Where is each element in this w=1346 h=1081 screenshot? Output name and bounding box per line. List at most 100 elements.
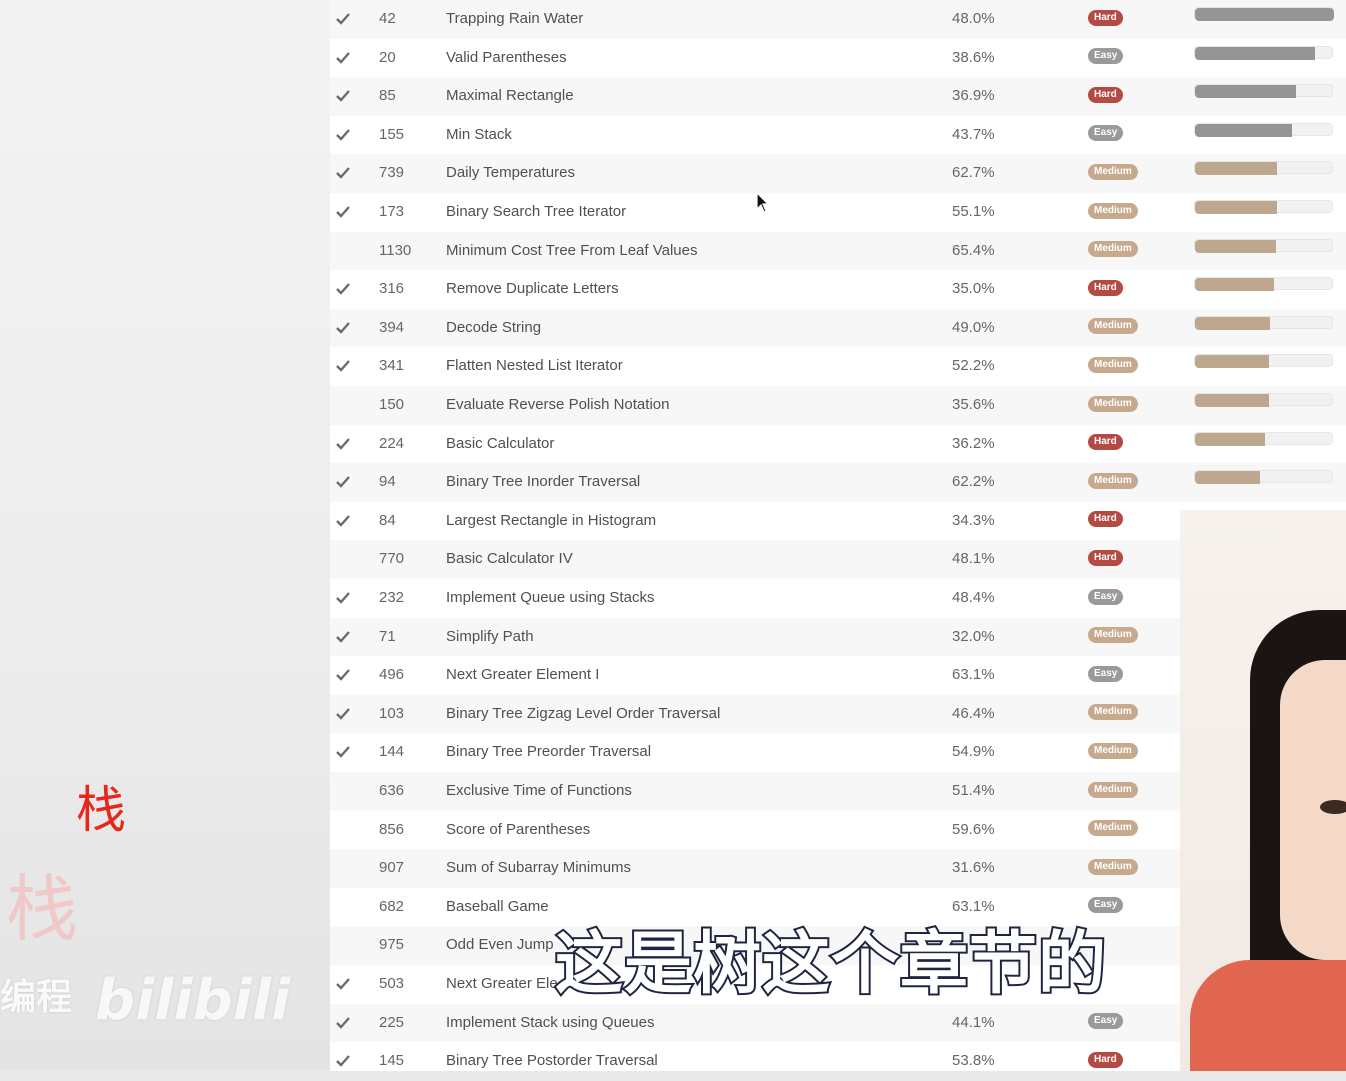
table-row[interactable]: 94 Binary Tree Inorder Traversal 62.2% Medi…	[330, 463, 1346, 502]
difficulty-badge: Medium	[1088, 395, 1138, 412]
solved-check-icon	[336, 1042, 356, 1081]
difficulty-cell: Hard	[1088, 77, 1123, 116]
acceptance-rate: 32.0%	[952, 627, 995, 645]
acceptance-rate: 53.8%	[952, 1052, 995, 1070]
table-row[interactable]: 394 Decode String 49.0% Medium	[330, 308, 1346, 348]
difficulty-badge: Easy	[1088, 125, 1124, 142]
presenter-shirt	[1190, 960, 1346, 1071]
problem-title-link[interactable]: Binary Tree Inorder Traversal	[446, 463, 640, 502]
table-row[interactable]: 224 Basic Calculator 36.2% Hard	[330, 425, 1346, 464]
problem-title-link[interactable]: Odd Even Jump	[446, 926, 554, 965]
table-row[interactable]: 1130 Minimum Cost Tree From Leaf Values 65…	[330, 231, 1346, 271]
difficulty-badge: Medium	[1088, 858, 1138, 875]
problem-number: 739	[379, 164, 405, 182]
problem-number: 85	[379, 87, 396, 105]
solved-check-icon	[336, 347, 356, 386]
frequency-bar-fill	[1195, 8, 1334, 21]
problem-title-link[interactable]: Minimum Cost Tree From Leaf Values	[446, 232, 697, 271]
problem-title-link[interactable]: Next Greater Element I	[446, 656, 599, 695]
presenter-eye	[1320, 800, 1346, 814]
solved-check-icon	[336, 39, 356, 78]
table-row[interactable]: 42 Trapping Rain Water 48.0% Hard	[330, 0, 1346, 39]
difficulty-badge: Easy	[1088, 48, 1124, 65]
problem-title-link[interactable]: Decode String	[446, 309, 541, 348]
problem-number: 316	[379, 280, 405, 298]
frequency-bar-track	[1194, 200, 1333, 214]
frequency-bar-fill	[1195, 239, 1276, 253]
problem-title-link[interactable]: Daily Temperatures	[446, 154, 575, 193]
table-row[interactable]: 341 Flatten Nested List Iterator 52.2% Medi…	[330, 347, 1346, 386]
problem-title-link[interactable]: Evaluate Reverse Polish Notation	[446, 386, 669, 425]
problem-number: 225	[379, 1013, 405, 1031]
difficulty-badge: Easy	[1088, 665, 1124, 682]
difficulty-badge: Hard	[1088, 9, 1123, 26]
table-row[interactable]: 20 Valid Parentheses 38.6% Easy	[330, 39, 1346, 78]
problem-title-link[interactable]: Implement Queue using Stacks	[446, 579, 654, 618]
difficulty-badge: Hard	[1088, 434, 1123, 451]
solved-check-icon	[336, 811, 356, 850]
difficulty-cell: Easy	[1088, 888, 1124, 927]
problem-title-link[interactable]: Baseball Game	[446, 888, 549, 927]
table-row[interactable]: 155 Min Stack 43.7% Easy	[330, 116, 1346, 155]
problem-title-link[interactable]: Maximal Rectangle	[446, 77, 574, 116]
solved-check-icon	[336, 540, 356, 579]
problem-number: 636	[379, 782, 405, 799]
problem-title-link[interactable]: Flatten Nested List Iterator	[446, 347, 623, 386]
difficulty-cell: Easy	[1088, 656, 1124, 695]
problem-title-link[interactable]: Exclusive Time of Functions	[446, 772, 632, 811]
problem-title-link[interactable]: Largest Rectangle in Histogram	[446, 502, 656, 541]
problem-number: 975	[379, 936, 405, 954]
acceptance-rate: 52.2%	[952, 357, 995, 375]
acceptance-rate: 55.1%	[952, 203, 995, 220]
problem-title-link[interactable]: Binary Tree Zigzag Level Order Traversal	[446, 695, 720, 734]
frequency-bar-track	[1194, 393, 1333, 407]
table-row[interactable]: 173 Binary Search Tree Iterator 55.1% Mediu…	[330, 193, 1346, 232]
ghost-section-label: 栈	[6, 867, 79, 951]
difficulty-badge: Medium	[1088, 820, 1138, 837]
difficulty-badge: Medium	[1088, 202, 1138, 219]
frequency-bar-fill	[1195, 162, 1277, 176]
problem-title-link[interactable]: Basic Calculator	[446, 425, 554, 464]
problem-title-link[interactable]: Min Stack	[446, 116, 512, 155]
acceptance-rate: 34.3%	[952, 511, 995, 529]
problem-title-link[interactable]: Next Greater Ele	[446, 965, 558, 1004]
problem-title-link[interactable]: Valid Parentheses	[446, 39, 567, 78]
table-row[interactable]: 739 Daily Temperatures 62.7% Medium	[330, 154, 1346, 193]
difficulty-cell: Medium	[1088, 695, 1138, 734]
problem-number: 341	[379, 357, 405, 375]
table-row[interactable]: 85 Maximal Rectangle 36.9% Hard	[330, 77, 1346, 116]
problem-title-link[interactable]: Binary Search Tree Iterator	[446, 193, 626, 232]
frequency-bar-fill	[1195, 201, 1277, 214]
difficulty-badge: Medium	[1088, 781, 1138, 798]
difficulty-cell: Medium	[1088, 811, 1138, 850]
problem-number: 155	[379, 125, 405, 143]
difficulty-cell: Hard	[1088, 425, 1123, 464]
table-row[interactable]: 150 Evaluate Reverse Polish Notation 35.6%…	[330, 386, 1346, 425]
problem-title-link[interactable]: Simplify Path	[446, 618, 534, 657]
frequency-bar-track	[1194, 277, 1333, 292]
frequency-bar-fill	[1195, 123, 1292, 137]
problem-number: 224	[379, 434, 405, 452]
problem-title-link[interactable]: Sum of Subarray Minimums	[446, 849, 631, 888]
acceptance-rate: 35.6%	[952, 396, 995, 413]
problem-title-link[interactable]: Score of Parentheses	[446, 811, 590, 850]
difficulty-cell: Medium	[1088, 772, 1138, 811]
problem-title-link[interactable]: Remove Duplicate Letters	[446, 270, 619, 309]
problem-number: 150	[379, 396, 405, 413]
frequency-bar-fill	[1195, 316, 1270, 330]
frequency-bar-fill	[1195, 278, 1274, 292]
problem-title-link[interactable]: Implement Stack using Queues	[446, 1004, 654, 1043]
frequency-bar	[1194, 238, 1333, 253]
problem-title-link[interactable]: Trapping Rain Water	[446, 0, 583, 39]
problem-title-link[interactable]: Binary Tree Preorder Traversal	[446, 733, 651, 772]
table-row[interactable]: 316 Remove Duplicate Letters 35.0% Hard	[330, 270, 1346, 309]
acceptance-rate: 48.1%	[952, 550, 995, 568]
problem-title-link[interactable]: Binary Tree Postorder Traversal	[446, 1042, 658, 1081]
problem-title-link[interactable]: Basic Calculator IV	[446, 540, 573, 579]
frequency-bar	[1194, 470, 1333, 485]
problem-number: 145	[379, 1052, 405, 1070]
solved-check-icon	[336, 232, 356, 271]
acceptance-rate: 63.1%	[952, 666, 995, 684]
difficulty-badge: Hard	[1088, 279, 1123, 296]
frequency-bar-track	[1194, 45, 1333, 60]
